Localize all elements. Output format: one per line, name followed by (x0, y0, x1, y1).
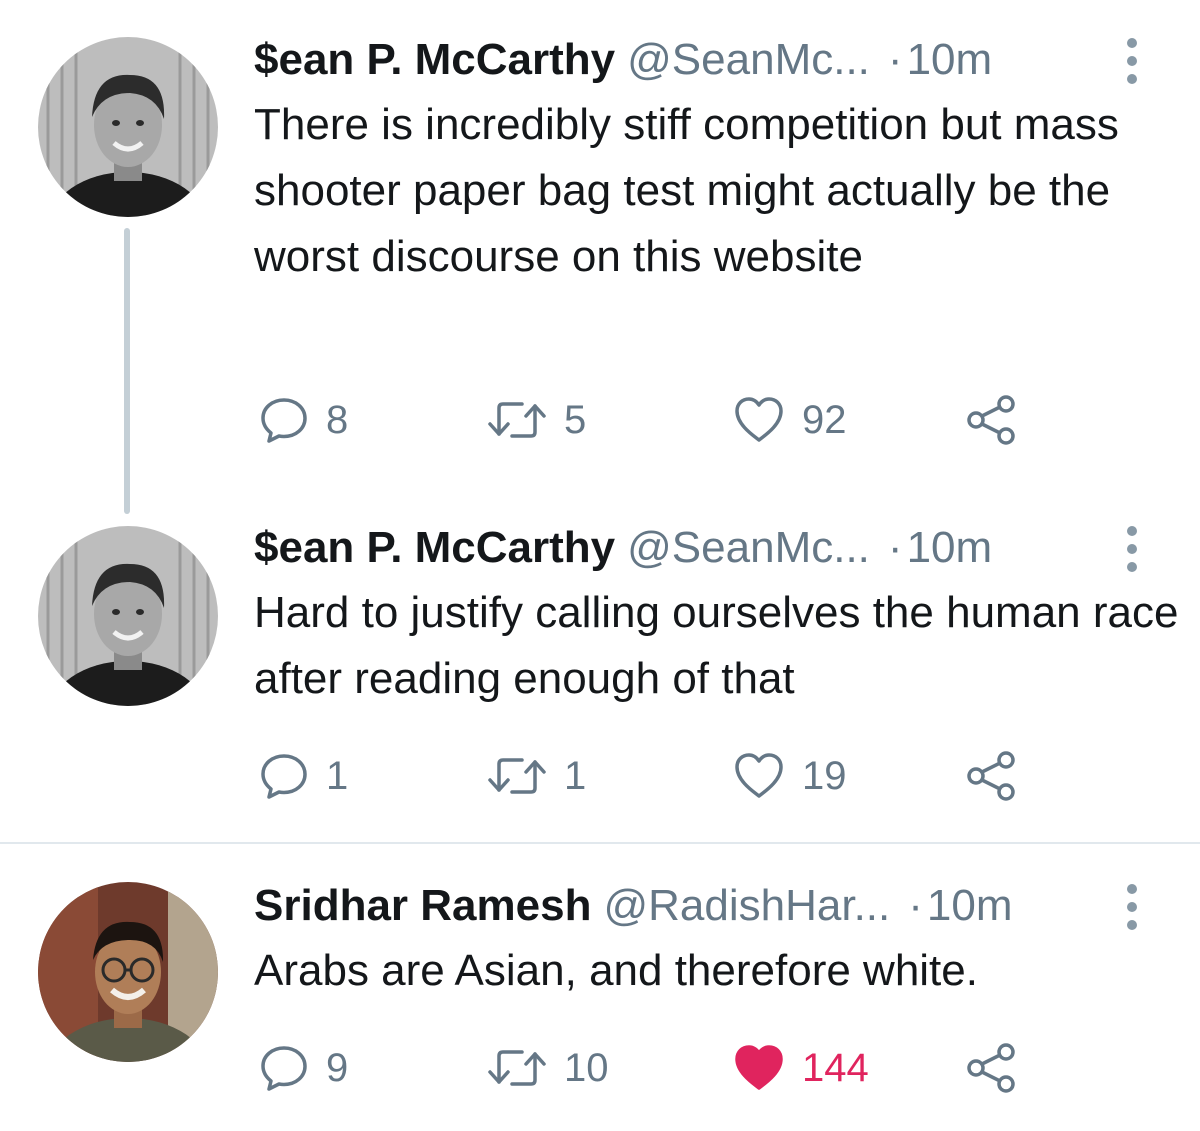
retweet-button[interactable]: 1 (486, 746, 586, 806)
more-vertical-icon[interactable] (1122, 524, 1142, 574)
tweet-header: $ean P. McCarthy @SeanMc... ·10m (254, 522, 992, 574)
share-button[interactable] (964, 1038, 1020, 1098)
reply-icon (261, 1046, 307, 1091)
tweet-header: Sridhar Ramesh @RadishHar... ·10m (254, 880, 1013, 932)
retweet-count: 10 (564, 1045, 609, 1090)
avatar[interactable] (38, 882, 218, 1062)
share-button[interactable] (964, 746, 1020, 806)
retweet-button[interactable]: 10 (486, 1038, 609, 1098)
tweet-text: Hard to justify calling ourselves the hu… (254, 588, 1179, 703)
reply-count: 9 (326, 1045, 349, 1090)
separator-dot: · (887, 523, 903, 572)
heart-filled-icon (735, 1045, 783, 1090)
reply-count: 1 (326, 753, 349, 798)
retweet-icon (488, 758, 546, 794)
tweet[interactable]: Sridhar Ramesh @RadishHar... ·10m Arabs ar… (0, 844, 1200, 1131)
reply-button[interactable]: 9 (258, 1038, 348, 1098)
reply-icon (261, 754, 307, 799)
reply-button[interactable]: 1 (258, 746, 348, 806)
tweet[interactable]: $ean P. McCarthy @SeanMc... ·10m Hard to j… (0, 0, 1200, 842)
more-vertical-icon[interactable] (1122, 882, 1142, 932)
like-count: 144 (802, 1045, 869, 1090)
share-icon (967, 751, 1015, 801)
like-button[interactable]: 144 (732, 1038, 869, 1098)
like-count: 19 (802, 753, 847, 798)
separator-dot: · (908, 881, 923, 930)
timestamp[interactable]: 10m (927, 881, 1013, 930)
heart-icon (735, 753, 783, 798)
display-name[interactable]: Sridhar Ramesh (254, 881, 591, 930)
share-icon (967, 1043, 1015, 1093)
user-handle[interactable]: @RadishHar... (603, 881, 890, 930)
display-name[interactable]: $ean P. McCarthy (254, 523, 615, 572)
timestamp[interactable]: 10m (907, 523, 993, 572)
avatar[interactable] (38, 526, 218, 706)
retweet-count: 1 (564, 753, 587, 798)
user-handle[interactable]: @SeanMc... (627, 523, 870, 572)
retweet-icon (488, 1050, 546, 1086)
like-button[interactable]: 19 (732, 746, 847, 806)
tweet-text: Arabs are Asian, and therefore white. (254, 946, 978, 995)
